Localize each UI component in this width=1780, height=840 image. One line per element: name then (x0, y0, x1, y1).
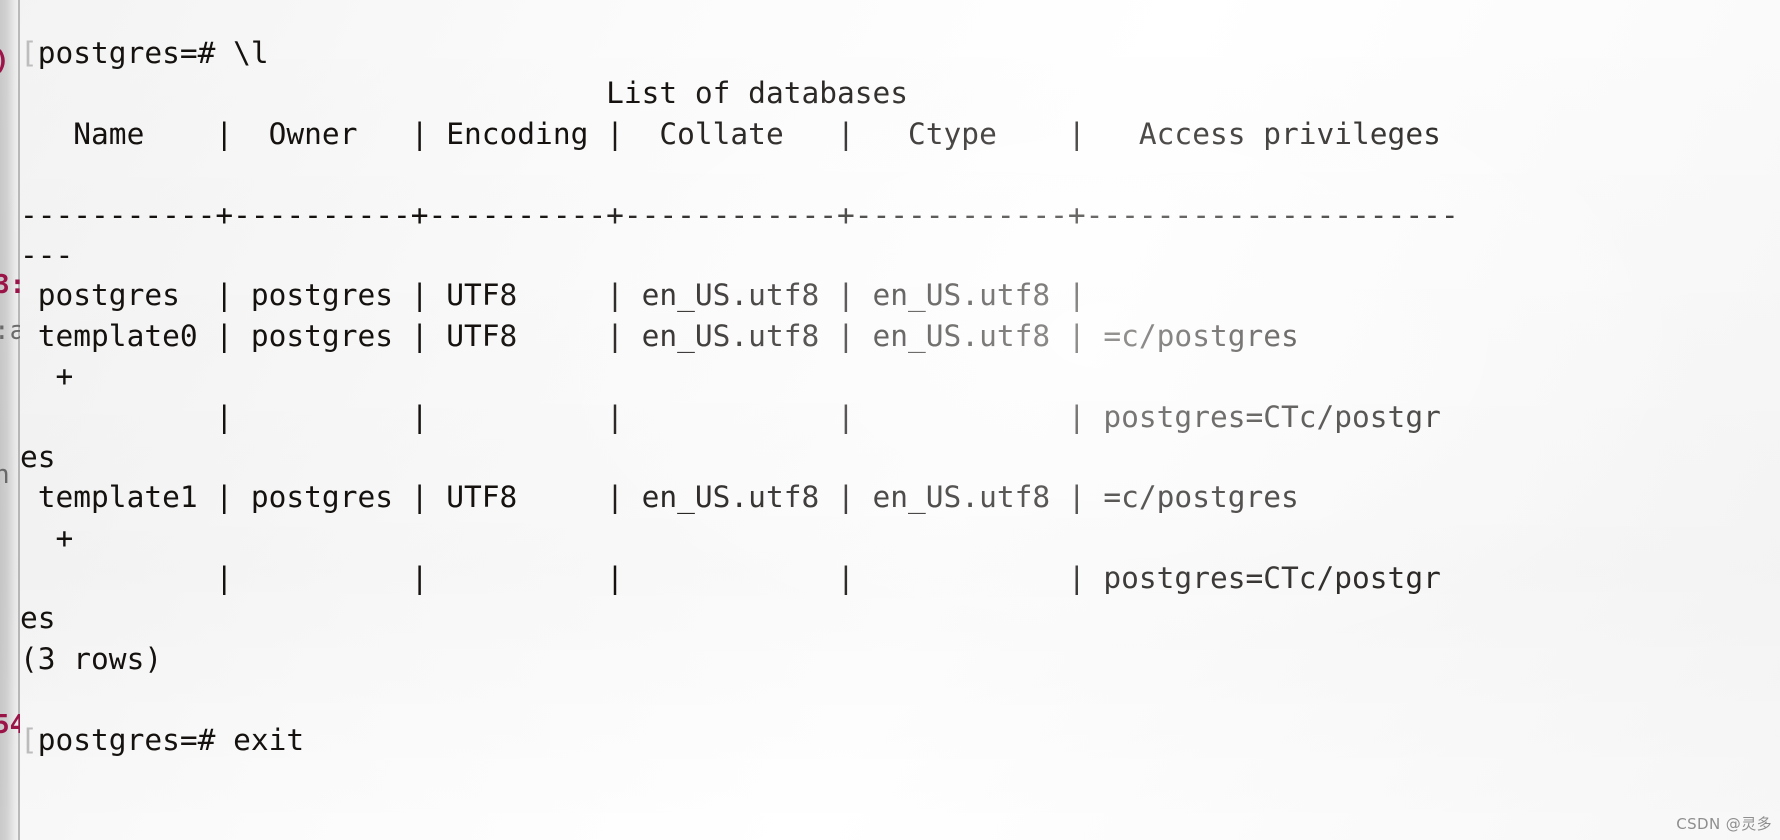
terminal-line: | | | | | postgres=CTc/postgr (20, 558, 1780, 598)
line-wrap-marker: [ (20, 722, 38, 757)
line-wrap-marker: [ (20, 36, 38, 70)
terminal-output[interactable]: [postgres=# \l List of databases Name | … (20, 0, 1780, 840)
terminal-line: List of databases (20, 73, 1780, 113)
terminal-screen: )3::an54 [postgres=# \l List of database… (0, 0, 1780, 840)
terminal-line: es (20, 598, 1780, 638)
terminal-line: es (20, 437, 1780, 477)
gutter-fragment: 3: (0, 270, 20, 300)
terminal-line: postgres | postgres | UTF8 | en_US.utf8 … (20, 275, 1780, 315)
terminal-line-text: postgres=# exit (37, 722, 305, 757)
terminal-line: [postgres=# \l (20, 33, 1780, 73)
terminal-line-text: postgres=# \l (37, 36, 269, 70)
terminal-line: (3 rows) (20, 639, 1780, 679)
terminal-line: template0 | postgres | UTF8 | en_US.utf8… (20, 316, 1780, 356)
terminal-line: [postgres=# exit (20, 720, 1780, 760)
terminal-line: --- (20, 235, 1780, 275)
terminal-line: Name | Owner | Encoding | Collate | Ctyp… (20, 114, 1780, 154)
terminal-line-text: | | | | | postgres=CTc/postgr (20, 561, 1441, 596)
terminal-line: | | | | | postgres=CTc/postgr (20, 397, 1780, 437)
terminal-line: -----------+----------+----------+------… (20, 195, 1780, 235)
gutter-fragment: :a (0, 316, 20, 346)
terminal-line-text: + (20, 359, 74, 394)
terminal-line-text: (3 rows) (20, 641, 163, 676)
terminal-line-text: + (20, 520, 74, 555)
terminal-line-text: es (20, 439, 56, 474)
terminal-line-text: List of databases (20, 76, 909, 111)
terminal-line: template1 | postgres | UTF8 | en_US.utf8… (20, 477, 1780, 517)
gutter-fragment: ) (0, 48, 10, 74)
terminal-line-text: -----------+----------+----------+------… (20, 197, 1459, 232)
terminal-line: + (20, 518, 1780, 558)
terminal-line-text: template0 | postgres | UTF8 | en_US.utf8… (20, 318, 1299, 353)
terminal-line: + (20, 356, 1780, 396)
terminal-line-text: es (20, 601, 56, 636)
terminal-line-text: template1 | postgres | UTF8 | en_US.utf8… (20, 480, 1299, 515)
terminal-line-text: postgres | postgres | UTF8 | en_US.utf8 … (20, 278, 1086, 313)
gutter-fragment: n (0, 460, 10, 490)
left-gutter: )3::an54 (0, 0, 20, 840)
terminal-line-text: --- (20, 237, 74, 272)
gutter-fragment: 54 (0, 710, 20, 740)
terminal-line-text: Name | Owner | Encoding | Collate | Ctyp… (20, 116, 1441, 151)
watermark: CSDN @灵多 (1676, 815, 1772, 833)
terminal-line-text: | | | | | postgres=CTc/postgr (20, 399, 1441, 434)
